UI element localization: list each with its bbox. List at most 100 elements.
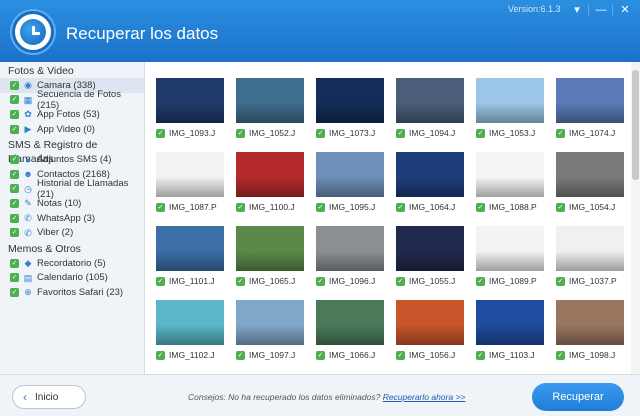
checkbox-checked-icon[interactable]: ✓ [316,276,325,286]
checkbox-checked-icon[interactable]: ✓ [10,124,19,134]
checkbox-checked-icon[interactable]: ✓ [10,155,19,165]
photo-thumbnail[interactable] [476,78,544,123]
photo-tile[interactable]: ✓ IMG_1096.J [316,226,386,296]
photo-thumbnail[interactable] [156,152,224,197]
checkbox-checked-icon[interactable]: ✓ [156,202,165,212]
photo-tile[interactable]: ✓ IMG_1073.J [316,78,386,148]
checkbox-checked-icon[interactable]: ✓ [476,276,485,286]
photo-tile[interactable]: ✓ IMG_1094.J [396,78,466,148]
recover-button[interactable]: Recuperar [532,383,624,411]
recover-now-link[interactable]: Recuperarlo ahora >> [383,392,466,402]
photo-tile[interactable]: ✓ IMG_1101.J [156,226,226,296]
photo-tile[interactable]: ✓ IMG_1052.J [236,78,306,148]
checkbox-checked-icon[interactable]: ✓ [156,276,165,286]
sidebar-item[interactable]: ✓ ▶ App Video (0) [0,122,144,137]
checkbox-checked-icon[interactable]: ✓ [10,198,19,208]
checkbox-checked-icon[interactable]: ✓ [316,350,325,360]
checkbox-checked-icon[interactable]: ✓ [476,350,485,360]
photo-thumbnail[interactable] [476,300,544,345]
checkbox-checked-icon[interactable]: ✓ [10,80,19,90]
checkbox-checked-icon[interactable]: ✓ [476,128,485,138]
photo-tile[interactable]: ✓ IMG_1074.J [556,78,626,148]
photo-tile[interactable]: ✓ IMG_1037.P [556,226,626,296]
minimize-icon[interactable]: — [588,0,614,20]
photo-tile[interactable]: ✓ IMG_1100.J [236,152,306,222]
checkbox-checked-icon[interactable]: ✓ [396,202,405,212]
checkbox-checked-icon[interactable]: ✓ [556,350,565,360]
photo-thumbnail[interactable] [316,152,384,197]
photo-thumbnail[interactable] [156,300,224,345]
photo-thumbnail[interactable] [236,300,304,345]
photo-thumbnail[interactable] [316,78,384,123]
photo-thumbnail[interactable] [556,226,624,271]
photo-thumbnail[interactable] [156,78,224,123]
checkbox-checked-icon[interactable]: ✓ [556,128,565,138]
photo-tile[interactable]: ✓ IMG_1087.P [156,152,226,222]
photo-tile[interactable]: ✓ IMG_1054.J [556,152,626,222]
checkbox-checked-icon[interactable]: ✓ [156,350,165,360]
checkbox-checked-icon[interactable]: ✓ [10,184,19,194]
photo-tile[interactable]: ✓ IMG_1064.J [396,152,466,222]
checkbox-checked-icon[interactable]: ✓ [10,95,19,105]
photo-thumbnail[interactable] [556,78,624,123]
photo-tile[interactable]: ✓ IMG_1066.J [316,300,386,370]
close-icon[interactable]: ✕ [612,0,638,20]
home-button[interactable]: ‹ Inicio [12,385,86,409]
photo-tile[interactable]: ✓ IMG_1098.J [556,300,626,370]
checkbox-checked-icon[interactable]: ✓ [396,276,405,286]
sidebar-item[interactable]: ✓ ▦ Secuencia de Fotos (215) [0,89,144,111]
checkbox-checked-icon[interactable]: ✓ [156,128,165,138]
photo-tile[interactable]: ✓ IMG_1065.J [236,226,306,296]
photo-thumbnail[interactable] [396,152,464,197]
photo-thumbnail[interactable] [556,300,624,345]
checkbox-checked-icon[interactable]: ✓ [396,128,405,138]
checkbox-checked-icon[interactable]: ✓ [10,169,19,179]
photo-thumbnail[interactable] [476,226,544,271]
photo-thumbnail[interactable] [556,152,624,197]
checkbox-checked-icon[interactable]: ✓ [556,276,565,286]
sidebar-item[interactable]: ✓ ◷ Historial de Llamadas (21) [0,178,144,200]
photo-tile[interactable]: ✓ IMG_1053.J [476,78,546,148]
checkbox-checked-icon[interactable]: ✓ [236,276,245,286]
photo-thumbnail[interactable] [156,226,224,271]
checkbox-checked-icon[interactable]: ✓ [10,213,19,223]
scroll-thumb[interactable] [632,70,639,180]
checkbox-checked-icon[interactable]: ✓ [10,287,19,297]
photo-tile[interactable]: ✓ IMG_1102.J [156,300,226,370]
photo-thumbnail[interactable] [236,226,304,271]
sidebar-item[interactable]: ✓ ▤ Calendario (105) [0,271,144,286]
sidebar-item[interactable]: ✓ ✆ WhatsApp (3) [0,211,144,226]
checkbox-checked-icon[interactable]: ✓ [10,258,19,268]
sidebar-item[interactable]: ✓ ✆ Viber (2) [0,225,144,240]
photo-tile[interactable]: ✓ IMG_1103.J [476,300,546,370]
photo-thumbnail[interactable] [316,300,384,345]
checkbox-checked-icon[interactable]: ✓ [236,128,245,138]
checkbox-checked-icon[interactable]: ✓ [396,350,405,360]
checkbox-checked-icon[interactable]: ✓ [316,202,325,212]
checkbox-checked-icon[interactable]: ✓ [10,228,19,238]
photo-tile[interactable]: ✓ IMG_1095.J [316,152,386,222]
photo-thumbnail[interactable] [236,78,304,123]
photo-thumbnail[interactable] [316,226,384,271]
photo-tile[interactable]: ✓ IMG_1055.J [396,226,466,296]
checkbox-checked-icon[interactable]: ✓ [236,202,245,212]
sidebar-item[interactable]: ✓ ◆ Recordatorio (5) [0,256,144,271]
photo-thumbnail[interactable] [476,152,544,197]
photo-tile[interactable]: ✓ IMG_1056.J [396,300,466,370]
photo-thumbnail[interactable] [236,152,304,197]
photo-thumbnail[interactable] [396,226,464,271]
photo-thumbnail[interactable] [396,300,464,345]
sidebar-item[interactable]: ✓ ⊕ Favoritos Safari (23) [0,285,144,300]
photo-tile[interactable]: ✓ IMG_1089.P [476,226,546,296]
checkbox-checked-icon[interactable]: ✓ [316,128,325,138]
grid-scrollbar[interactable] [631,62,640,374]
checkbox-checked-icon[interactable]: ✓ [10,273,19,283]
checkbox-checked-icon[interactable]: ✓ [236,350,245,360]
photo-tile[interactable]: ✓ IMG_1088.P [476,152,546,222]
checkbox-checked-icon[interactable]: ✓ [10,109,19,119]
menu-dropdown-icon[interactable]: ▾ [564,0,590,20]
photo-tile[interactable]: ✓ IMG_1097.J [236,300,306,370]
photo-tile[interactable]: ✓ IMG_1093.J [156,78,226,148]
checkbox-checked-icon[interactable]: ✓ [476,202,485,212]
checkbox-checked-icon[interactable]: ✓ [556,202,565,212]
